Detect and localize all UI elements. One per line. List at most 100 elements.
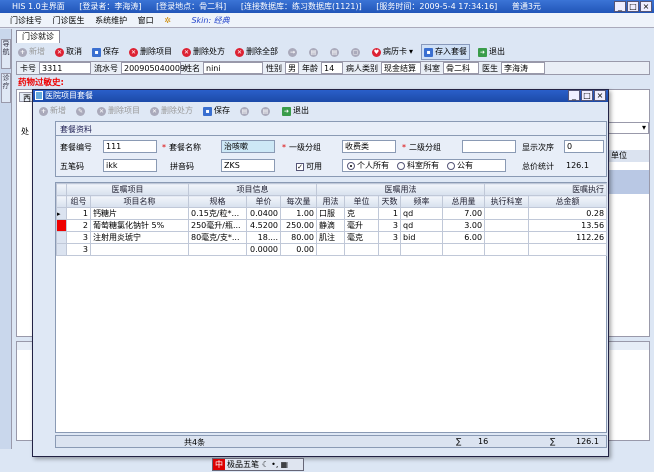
save-to-package-button[interactable]: ▪ 存入套餐	[421, 44, 471, 60]
cell-spec[interactable]	[188, 243, 247, 256]
cell-frequency[interactable]: qd	[400, 207, 444, 220]
exit-button[interactable]: ➜ 退出	[476, 45, 507, 59]
cell-price[interactable]: 18....	[246, 231, 281, 244]
cell-group[interactable]: 1	[66, 207, 91, 220]
cell-days[interactable]: 3	[378, 219, 402, 232]
cell-unit[interactable]: 克	[344, 207, 380, 220]
radio-department[interactable]: 科室所有	[393, 160, 443, 171]
col-spec[interactable]: 规格	[188, 195, 247, 208]
col-frequency[interactable]: 频率	[400, 195, 444, 208]
col-total-qty[interactable]: 总用量	[442, 195, 486, 208]
patient-name-field[interactable]: nini	[203, 62, 263, 74]
ime-logo-icon[interactable]: 中	[213, 459, 225, 470]
cell-dose[interactable]: 0.00	[279, 243, 318, 256]
menu-doctor[interactable]: 门诊医生	[53, 16, 85, 25]
cell-group[interactable]: 3	[66, 231, 91, 244]
cell-item-name[interactable]: 注射用炎琥宁	[90, 231, 189, 244]
dialog-disabled-tool-3[interactable]: ▤	[259, 106, 274, 116]
patient-type-field[interactable]: 现金结算	[381, 62, 421, 74]
cell-total-qty[interactable]: 3.00	[442, 219, 486, 232]
new-button[interactable]: + 新增	[16, 45, 47, 59]
disabled-tool-4[interactable]: ▢	[349, 47, 364, 57]
gear-icon[interactable]: ✲	[164, 16, 171, 25]
cell-item-name[interactable]: 钙糖片	[90, 207, 189, 220]
cell-dose[interactable]: 1.00	[279, 207, 318, 220]
punct-icon[interactable]: •,	[271, 460, 278, 469]
cell-frequency[interactable]: bid	[400, 231, 444, 244]
display-order-input[interactable]: 0	[564, 140, 604, 153]
cell-amount[interactable]: 0.28	[528, 207, 608, 220]
menu-window[interactable]: 窗口	[138, 16, 154, 25]
cell-usage[interactable]: 口服	[316, 207, 346, 220]
moon-icon[interactable]: ☾	[262, 460, 269, 469]
col-dose[interactable]: 每次量	[279, 195, 318, 208]
cell-frequency[interactable]: qd	[400, 219, 444, 232]
col-usage[interactable]: 用法	[316, 195, 346, 208]
age-field[interactable]: 14	[321, 62, 343, 74]
cell-item-name[interactable]: 葡萄糖氯化钠针 5%	[90, 219, 189, 232]
dialog-close-button[interactable]: ×	[594, 90, 606, 101]
cell-usage[interactable]: 肌注	[316, 231, 346, 244]
row-selector[interactable]: ▸	[56, 207, 67, 220]
tab-clinic-visit[interactable]: 门诊就诊	[16, 30, 60, 43]
table-row[interactable]: 2 葡萄糖氯化钠针 5% 250毫升/瓶... 4.5200 250.00 静滴 毫升 3 qd…	[56, 219, 608, 232]
sex-field[interactable]: 男	[285, 62, 299, 74]
table-row[interactable]: ▸ 1 钙糖片 0.15克/粒*... 0.0400 1.00 口服克 1 qd 7.00 0.28	[56, 207, 608, 220]
cell-days[interactable]	[378, 243, 402, 256]
wubi-code-input[interactable]: ikk	[103, 159, 157, 172]
dialog-disabled-tool-2[interactable]: ▤	[238, 106, 253, 116]
dialog-disabled-tool[interactable]: ✎	[74, 106, 89, 116]
dialog-save-button[interactable]: ▪ 保存	[201, 104, 232, 118]
row-selector[interactable]	[56, 243, 67, 256]
ime-name[interactable]: 极品五笔	[227, 459, 259, 470]
skin-selector[interactable]: Skin: 经典	[191, 16, 229, 25]
col-unit[interactable]: 单位	[344, 195, 380, 208]
col-exec-dept[interactable]: 执行科室	[484, 195, 530, 208]
usable-checkbox[interactable]: ✓ 可用	[296, 161, 322, 172]
package-code-input[interactable]: 111	[103, 140, 157, 153]
cell-exec-dept[interactable]	[484, 207, 530, 220]
dialog-delete-prescription-button[interactable]: ✕ 删除处方	[148, 104, 195, 118]
disabled-tool-2[interactable]: ▤	[307, 47, 322, 57]
cell-amount[interactable]: 13.56	[528, 219, 608, 232]
radio-personal[interactable]: 个人所有	[343, 160, 393, 171]
cell-dose[interactable]: 250.00	[279, 219, 318, 232]
cell-spec[interactable]: 250毫升/瓶...	[188, 219, 247, 232]
cell-price[interactable]: 0.0400	[246, 207, 281, 220]
doctor-field[interactable]: 李海涛	[501, 62, 545, 74]
row-selector[interactable]	[56, 219, 67, 232]
cell-usage[interactable]	[316, 243, 346, 256]
cell-days[interactable]: 3	[378, 231, 402, 244]
cell-spec[interactable]: 0.15克/粒*...	[188, 207, 247, 220]
cell-days[interactable]: 1	[378, 207, 402, 220]
disabled-tool-3[interactable]: ▤	[328, 47, 343, 57]
cell-exec-dept[interactable]	[484, 219, 530, 232]
dialog-delete-item-button[interactable]: ✕ 删除项目	[95, 104, 142, 118]
package-name-input[interactable]: 治咳嗽	[221, 140, 275, 153]
serial-number-field[interactable]: 200905040009	[121, 62, 185, 74]
pinyin-code-input[interactable]: ZKS	[221, 159, 275, 172]
delete-item-button[interactable]: ✕ 删除项目	[127, 45, 174, 59]
radio-public[interactable]: 公有	[443, 160, 477, 171]
close-button[interactable]: ×	[640, 1, 652, 12]
cell-group[interactable]: 2	[66, 219, 91, 232]
cell-price[interactable]: 0.0000	[246, 243, 281, 256]
cell-total-qty[interactable]	[442, 243, 486, 256]
card-number-field[interactable]: 3311	[39, 62, 91, 74]
maximize-button[interactable]: □	[627, 1, 639, 12]
cell-usage[interactable]: 静滴	[316, 219, 346, 232]
cancel-button[interactable]: ✕ 取消	[53, 45, 84, 59]
cell-frequency[interactable]	[400, 243, 444, 256]
cell-unit[interactable]	[344, 243, 380, 256]
col-item-name[interactable]: 项目名称	[90, 195, 189, 208]
medical-record-button[interactable]: ♥ 病历卡 ▾	[370, 45, 415, 59]
minimize-button[interactable]: _	[614, 1, 626, 12]
delete-all-button[interactable]: ✕ 删除全部	[233, 45, 280, 59]
cell-item-name[interactable]	[90, 243, 189, 256]
sidetab-clinic[interactable]: 诊疗	[1, 73, 11, 103]
sidetab-nav[interactable]: 导航	[1, 39, 11, 69]
cell-exec-dept[interactable]	[484, 243, 530, 256]
department-field[interactable]: 骨二科	[443, 62, 479, 74]
table-row[interactable]: 3 注射用炎琥宁 80毫克/支*... 18.... 80.00 肌注 毫克 3 bid 6.00…	[56, 231, 608, 244]
cell-total-qty[interactable]: 7.00	[442, 207, 486, 220]
